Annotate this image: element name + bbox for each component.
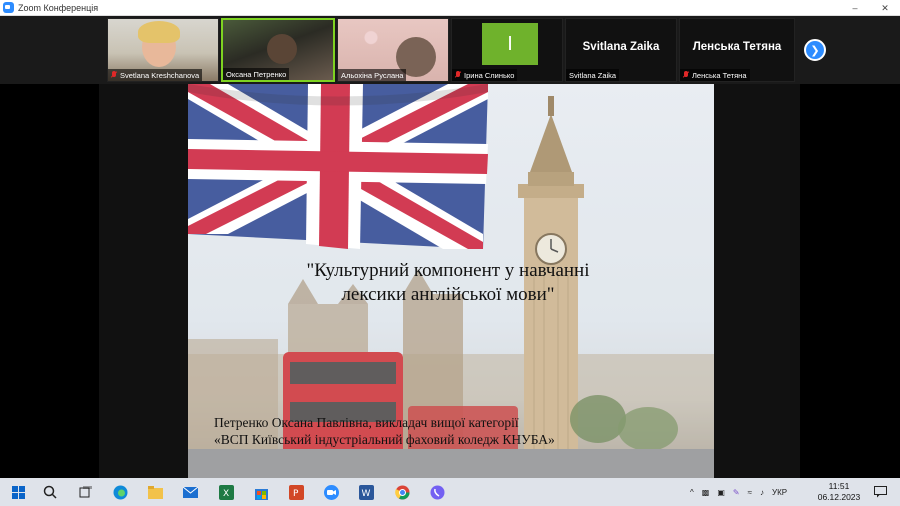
participant-name: Альохіна Руслана	[341, 70, 404, 80]
slide-title-line: лексики англійської мови"	[341, 284, 555, 305]
participant-namebar: Svitlana Zaika	[566, 69, 620, 81]
task-view-icon[interactable]	[77, 484, 93, 500]
muted-mic-icon	[455, 71, 461, 79]
excel-icon[interactable]: X	[218, 484, 234, 500]
participant-tile-5[interactable]: Svitlana Zaika Svitlana Zaika	[565, 18, 677, 82]
svg-text:W: W	[361, 489, 370, 499]
participant-display-name: Svitlana Zaika	[582, 41, 660, 53]
viber-icon[interactable]	[429, 484, 445, 500]
muted-mic-icon	[111, 71, 117, 79]
slide-author: Петренко Оксана Павлівна, викладач вищої…	[214, 414, 694, 448]
svg-text:X: X	[223, 489, 229, 499]
chrome-icon[interactable]	[394, 484, 410, 500]
word-icon[interactable]: W	[358, 484, 374, 500]
minimize-button[interactable]: –	[840, 0, 870, 16]
pen-icon[interactable]: ✎	[733, 488, 740, 497]
tray-overflow-icon[interactable]: ^	[690, 488, 694, 497]
participant-display-name: Ленська Тетяна	[692, 41, 782, 53]
slide-title-line: "Культурний компонент у навчанні	[306, 260, 590, 281]
slide-author-line: «ВСП Київський індустріальний фаховий ко…	[214, 432, 555, 447]
search-icon[interactable]	[42, 484, 58, 500]
edge-browser-icon[interactable]	[112, 484, 128, 500]
next-page-button[interactable]: ❯	[804, 39, 826, 61]
slide-author-line: Петренко Оксана Павлівна, викладач вищої…	[214, 415, 519, 430]
close-button[interactable]: ✕	[870, 0, 900, 16]
clock-time: 11:51	[828, 481, 850, 491]
clock-date: 06.12.2023	[817, 492, 861, 502]
participant-hair	[138, 21, 180, 43]
participant-name: Svetlana Kreshchanova	[120, 70, 200, 80]
windows-start-icon[interactable]	[10, 484, 26, 500]
mail-icon[interactable]	[182, 484, 198, 500]
participant-video	[267, 34, 297, 64]
svg-text:P: P	[293, 489, 299, 499]
microsoft-store-icon[interactable]	[253, 484, 269, 500]
powerpoint-icon[interactable]: P	[288, 484, 304, 500]
notifications-icon[interactable]	[872, 484, 888, 500]
tray-app-icon[interactable]: ▩	[702, 488, 710, 497]
windows-taskbar: X P W ^ ▩ ▣ ✎ ≈ ♪ УКР 11:51 06.12.2023	[0, 478, 900, 506]
participant-name: Ірина Слинько	[464, 70, 515, 80]
participant-name: Ленська Тетяна	[692, 70, 747, 80]
tray-app-icon[interactable]: ▣	[717, 488, 725, 497]
participant-tile-2[interactable]: Оксана Петренко	[221, 18, 335, 82]
window-title: Zoom Конференція	[18, 2, 99, 13]
participant-name: Svitlana Zaika	[569, 70, 617, 80]
wifi-icon[interactable]: ≈	[748, 488, 752, 497]
muted-mic-icon	[683, 71, 689, 79]
participant-tile-6[interactable]: Ленська Тетяна Ленська Тетяна	[679, 18, 795, 82]
participant-namebar: Ленська Тетяна	[680, 69, 750, 81]
slide-title: "Культурний компонент у навчанні лексики…	[268, 259, 628, 307]
system-clock[interactable]: 11:51 06.12.2023	[815, 481, 863, 503]
participant-name: Оксана Петренко	[226, 69, 287, 79]
participant-namebar: Svetlana Kreshchanova	[108, 69, 203, 81]
participant-namebar: Ірина Слинько	[452, 69, 518, 81]
language-indicator[interactable]: УКР	[772, 488, 787, 497]
presentation-slide: "Культурний компонент у навчанні лексики…	[188, 84, 714, 478]
participant-tile-3[interactable]: Альохіна Руслана	[337, 18, 449, 82]
participant-namebar: Оксана Петренко	[223, 68, 290, 80]
volume-icon[interactable]: ♪	[760, 488, 764, 497]
participant-gallery: Svetlana Kreshchanova Оксана Петренко Ал…	[0, 16, 900, 84]
participant-tile-1[interactable]: Svetlana Kreshchanova	[107, 18, 219, 82]
zoom-logo-icon	[3, 2, 14, 13]
window-titlebar: Zoom Конференція – ✕	[0, 0, 900, 16]
participant-avatar: I	[482, 23, 538, 65]
zoom-app-icon[interactable]	[323, 484, 339, 500]
participant-tile-4[interactable]: I Ірина Слинько	[451, 18, 563, 82]
participant-namebar: Альохіна Руслана	[338, 69, 407, 81]
system-tray: ^ ▩ ▣ ✎ ≈ ♪ УКР	[690, 478, 787, 506]
file-explorer-icon[interactable]	[147, 484, 163, 500]
